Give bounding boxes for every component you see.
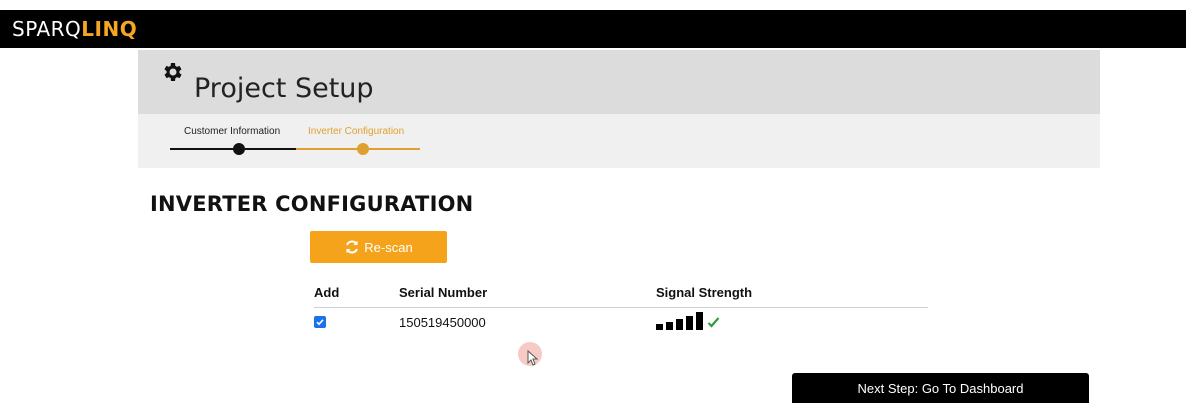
brand-logo[interactable]: SPARQLINQ: [12, 17, 137, 41]
signal-bar: [676, 319, 683, 330]
page-title: Project Setup: [194, 73, 374, 104]
add-checkbox[interactable]: [314, 316, 326, 328]
next-step-button[interactable]: Next Step: Go To Dashboard: [792, 373, 1089, 403]
signal-bar: [696, 312, 703, 330]
serial-number: 150519450000: [399, 315, 486, 330]
column-header-add: Add: [314, 285, 340, 300]
refresh-icon: [346, 240, 359, 254]
brand-name-part2: LINQ: [81, 17, 138, 41]
mouse-pointer-icon: [527, 350, 539, 366]
signal-bar: [656, 324, 663, 330]
rescan-label: Re-scan: [364, 239, 413, 255]
gear-icon: [164, 63, 182, 81]
column-header-signal-strength: Signal Strength: [656, 285, 753, 300]
table-row: 150519450000: [314, 312, 928, 332]
signal-strength: [656, 310, 736, 330]
step-inverter-configuration[interactable]: Inverter Configuration: [308, 126, 404, 138]
column-header-serial-number: Serial Number: [399, 285, 488, 300]
top-bar: SPARQLINQ: [0, 10, 1186, 48]
table-header: Add Serial Number Signal Strength: [314, 286, 928, 308]
project-header: Project Setup: [138, 50, 1100, 114]
rescan-button[interactable]: Re-scan: [310, 231, 447, 263]
step-customer-information[interactable]: Customer Information: [184, 126, 280, 138]
checkmark-icon: [316, 319, 324, 326]
page: SPARQLINQ Project Setup Customer Informa…: [0, 0, 1186, 403]
step-marker-active: [357, 143, 369, 155]
setup-steps: Customer Information Inverter Configurat…: [138, 114, 1100, 168]
brand-name-part1: SPARQ: [12, 17, 82, 41]
signal-ok-check-icon: [707, 317, 720, 328]
signal-bar: [686, 316, 693, 330]
step-marker-complete: [233, 143, 245, 155]
signal-bar: [666, 322, 673, 330]
section-title: INVERTER CONFIGURATION: [150, 192, 474, 216]
